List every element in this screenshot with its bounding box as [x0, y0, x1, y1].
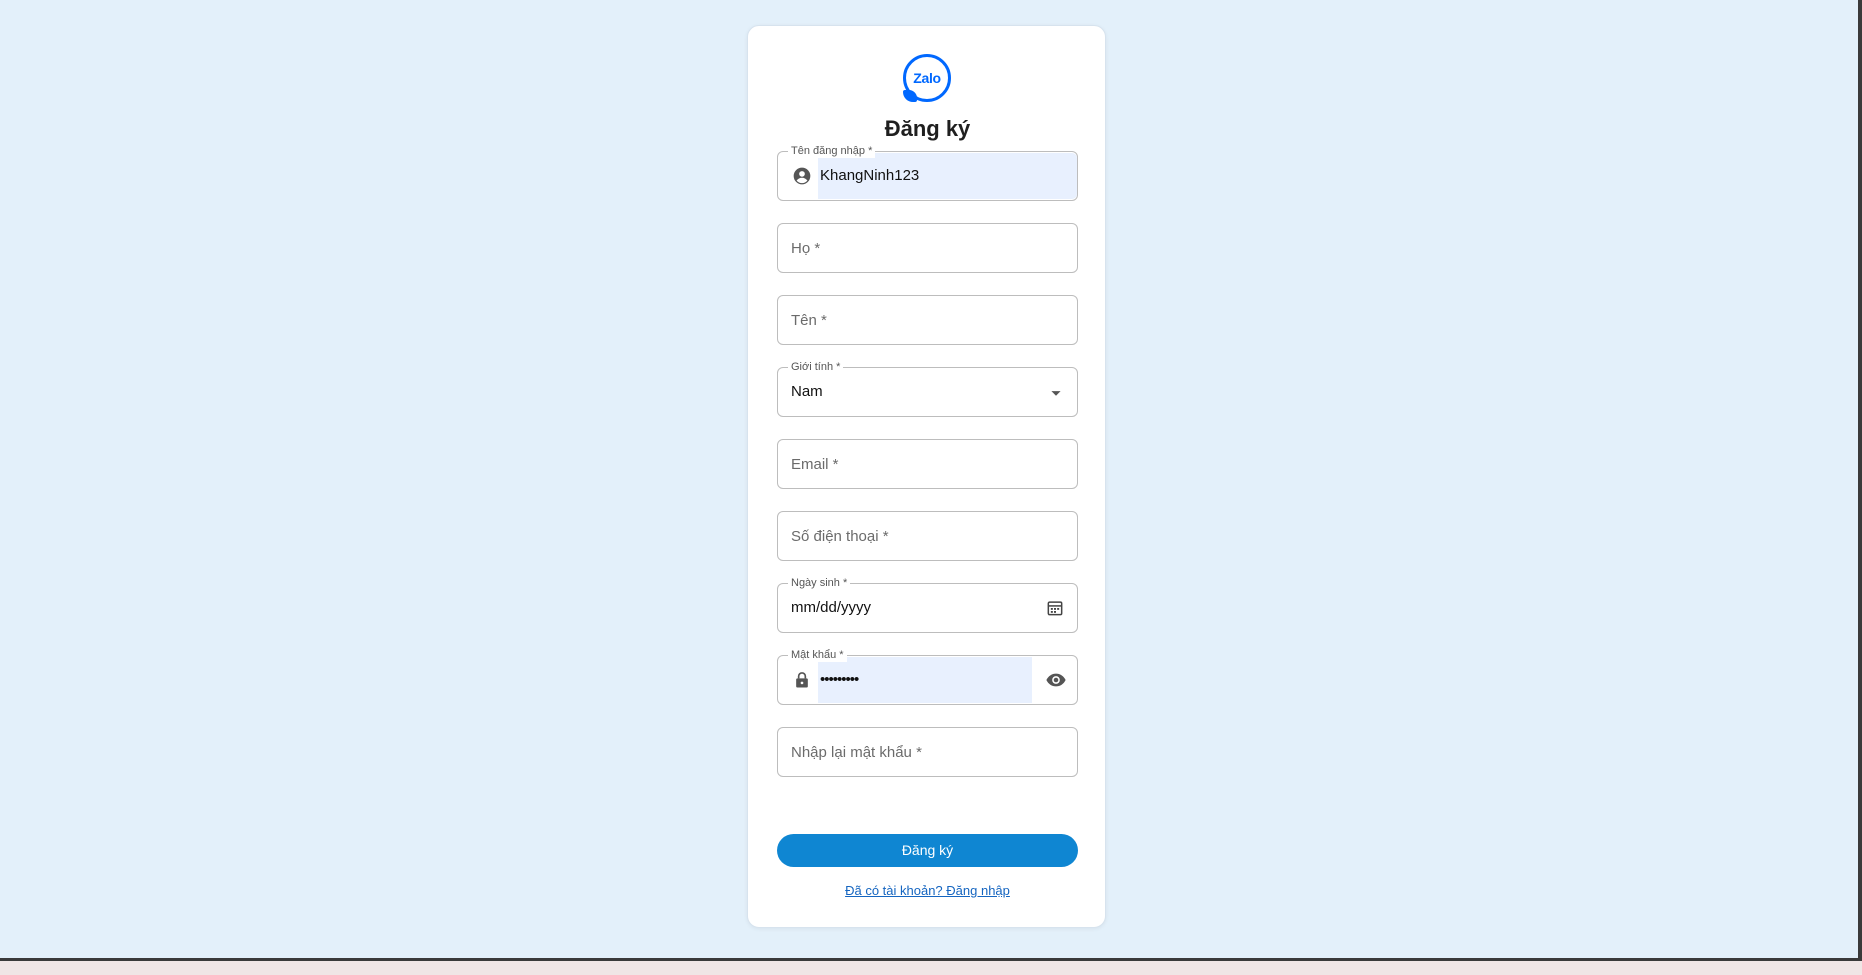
lock-icon	[792, 670, 812, 690]
dropdown-arrow-icon[interactable]	[1045, 382, 1067, 404]
username-label: Tên đăng nhập *	[788, 144, 876, 158]
birthday-label: Ngày sinh *	[788, 576, 851, 590]
first-name-label: Tên *	[791, 312, 827, 329]
email-label: Email *	[791, 456, 839, 473]
last-name-label: Họ *	[791, 240, 821, 257]
gender-value: Nam	[791, 383, 823, 400]
register-button[interactable]: Đăng ký	[777, 834, 1078, 867]
username-input[interactable]: KhangNinh123	[820, 167, 919, 185]
birthday-input[interactable]: mm/dd/yyyy	[791, 599, 871, 617]
logo-text: Zalo	[913, 70, 941, 86]
account-circle-icon	[792, 166, 812, 186]
window-edge	[1858, 0, 1862, 975]
phone-field[interactable]: Số điện thoại *	[777, 511, 1078, 561]
phone-label: Số điện thoại *	[791, 528, 889, 545]
birthday-field[interactable]: Ngày sinh * mm/dd/yyyy	[777, 576, 1078, 633]
login-link[interactable]: Đã có tài khoản? Đăng nhập	[748, 883, 1107, 898]
taskbar-strip	[0, 958, 1862, 975]
eye-icon[interactable]	[1045, 669, 1067, 691]
page: Zalo Đăng ký Tên đăng nhập * KhangNinh12…	[0, 0, 1862, 975]
password-input[interactable]: •••••••••	[820, 671, 859, 689]
first-name-field[interactable]: Tên *	[777, 295, 1078, 345]
last-name-field[interactable]: Họ *	[777, 223, 1078, 273]
confirm-password-label: Nhập lại mật khẩu *	[791, 744, 922, 761]
calendar-icon[interactable]	[1045, 598, 1067, 620]
email-field[interactable]: Email *	[777, 439, 1078, 489]
register-card: Zalo Đăng ký Tên đăng nhập * KhangNinh12…	[747, 25, 1106, 928]
username-field[interactable]: Tên đăng nhập * KhangNinh123	[777, 144, 1078, 201]
zalo-logo: Zalo	[903, 54, 951, 102]
password-label: Mật khẩu *	[788, 648, 847, 662]
gender-label: Giới tính *	[788, 360, 844, 374]
confirm-password-field[interactable]: Nhập lại mật khẩu *	[777, 727, 1078, 777]
gender-select[interactable]: Giới tính * Nam	[777, 360, 1078, 417]
page-title: Đăng ký	[884, 116, 971, 141]
password-field[interactable]: Mật khẩu * •••••••••	[777, 648, 1078, 705]
